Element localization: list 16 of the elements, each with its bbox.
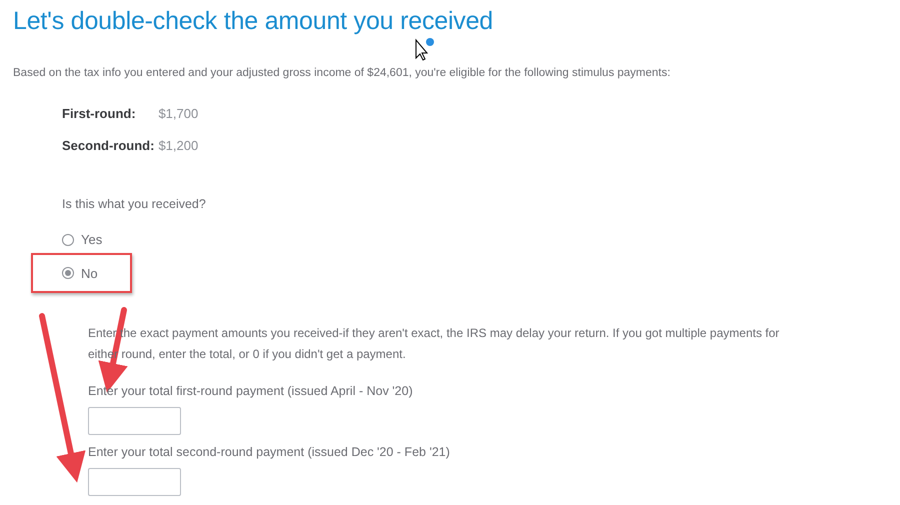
radio-button[interactable] <box>62 234 74 246</box>
radio-button[interactable] <box>62 267 74 280</box>
field-label: Enter your total second-round payment (issued Dec '20 - Feb '21) <box>88 444 451 461</box>
payment-amount: $1,200 <box>158 136 198 155</box>
payment-amount: $1,700 <box>158 105 198 124</box>
payment-label: Second-round: <box>62 136 154 155</box>
payment-input[interactable] <box>88 468 181 496</box>
intro-text: Based on the tax info you entered and your adjusted gross income of $24,601, you're eligible for the following stimulus payments: <box>13 66 672 81</box>
radio-label[interactable]: No <box>81 264 98 283</box>
payment-input[interactable] <box>88 406 181 435</box>
field-label: Enter your total first-round payment (issued April - Nov '20) <box>88 383 414 400</box>
radio-label[interactable]: Yes <box>81 230 102 250</box>
cursor-icon <box>416 38 434 61</box>
page-title: Let's double-check the amount you received <box>13 6 494 36</box>
question-text: Is this what you received? <box>62 196 207 214</box>
payment-label: First-round: <box>62 105 137 124</box>
